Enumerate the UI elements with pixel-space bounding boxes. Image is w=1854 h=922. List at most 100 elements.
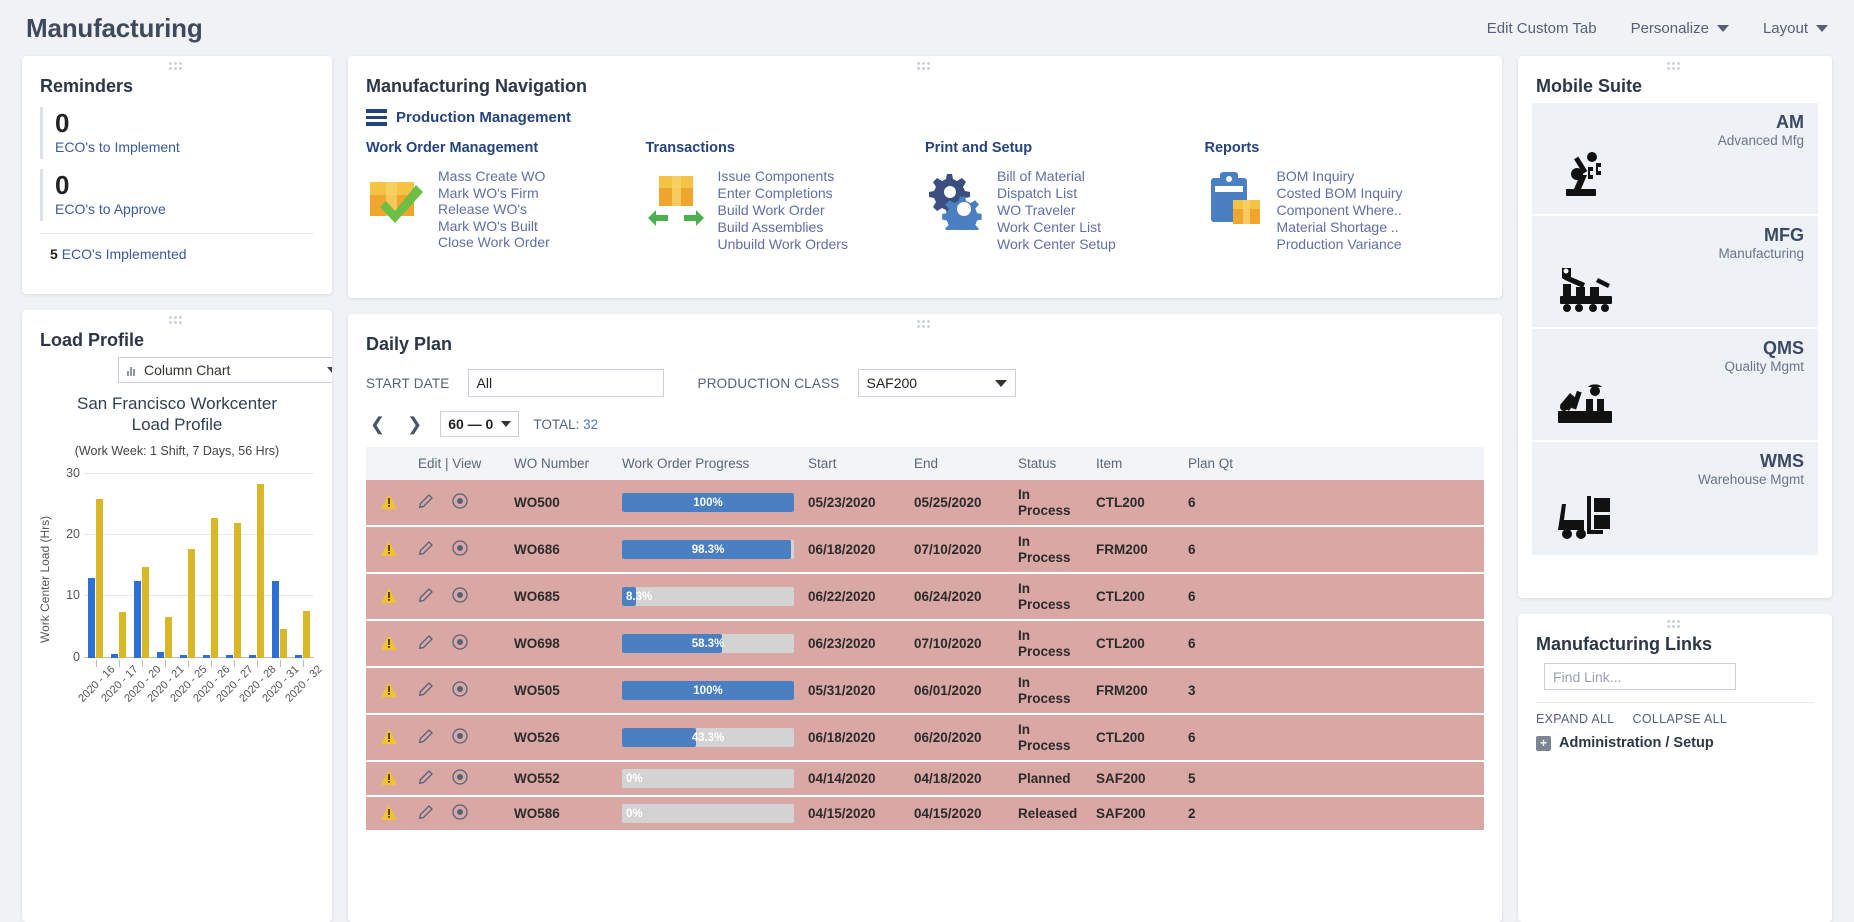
table-row[interactable]: WO586 0% 04/15/2020 04/15/2020 Released SAF20…: [366, 796, 1484, 833]
nav-link[interactable]: Dispatch List: [997, 185, 1116, 202]
nav-link[interactable]: Work Center Setup: [997, 236, 1116, 253]
view-icon[interactable]: [452, 769, 468, 788]
view-icon[interactable]: [452, 493, 468, 512]
cell-end: 07/10/2020: [908, 620, 1012, 669]
chart-type-select[interactable]: Column Chart: [118, 357, 332, 383]
reminder-item[interactable]: 0 ECO's to Approve: [40, 168, 314, 221]
nav-link[interactable]: Release WO's: [438, 201, 550, 218]
view-icon[interactable]: [452, 681, 468, 700]
nav-link[interactable]: Build Assemblies: [718, 219, 848, 236]
production-class-select[interactable]: SAF200: [857, 369, 1016, 397]
nav-link[interactable]: Bill of Material: [997, 168, 1116, 185]
table-row[interactable]: WO526 43.3% 06/18/2020 06/20/2020 In Process C…: [366, 714, 1484, 763]
nav-link[interactable]: Mass Create WO: [438, 168, 550, 185]
expand-all-button[interactable]: EXPAND ALL: [1536, 712, 1615, 726]
warning-icon[interactable]: [366, 796, 412, 833]
view-icon[interactable]: [452, 728, 468, 747]
column-header-end[interactable]: End: [908, 447, 1012, 480]
column-header-status[interactable]: Status: [1012, 447, 1090, 480]
cell-item: CTL200: [1090, 573, 1182, 622]
chart-bar: [234, 523, 241, 658]
nav-link[interactable]: Mark WO's Firm: [438, 185, 550, 202]
warning-icon[interactable]: [366, 526, 412, 575]
edit-icon[interactable]: [418, 587, 434, 606]
layout-menu[interactable]: Layout: [1763, 20, 1828, 37]
warning-icon[interactable]: [366, 714, 412, 763]
column-header-wo-number[interactable]: WO Number: [508, 447, 616, 480]
chart-bar: [280, 628, 287, 658]
table-row[interactable]: WO685 8.3% 06/22/2020 06/24/2020 In Process CT…: [366, 573, 1484, 622]
edit-icon[interactable]: [418, 728, 434, 747]
nav-link[interactable]: Work Center List: [997, 219, 1116, 236]
column-header-warning[interactable]: [366, 447, 412, 480]
table-row[interactable]: WO552 0% 04/14/2020 04/18/2020 Planned SAF200…: [366, 761, 1484, 798]
production-management-group[interactable]: Production Management: [366, 109, 1484, 126]
nav-link[interactable]: Component Where..: [1277, 202, 1403, 219]
table-row[interactable]: WO686 98.3% 06/18/2020 07/10/2020 In Process F…: [366, 526, 1484, 575]
progress-bar: 0%: [622, 804, 794, 824]
drag-handle-icon[interactable]: [1667, 62, 1683, 70]
warning-icon[interactable]: [366, 573, 412, 622]
reminders-footer[interactable]: 5 ECO's Implemented: [40, 234, 314, 262]
plus-icon[interactable]: +: [1536, 735, 1551, 751]
start-date-input[interactable]: All: [467, 369, 664, 397]
nav-link[interactable]: Production Variance: [1277, 236, 1403, 253]
collapse-all-button[interactable]: COLLAPSE ALL: [1633, 712, 1728, 726]
personalize-menu[interactable]: Personalize: [1631, 20, 1729, 37]
nav-link[interactable]: BOM Inquiry: [1277, 168, 1403, 185]
edit-icon[interactable]: [418, 681, 434, 700]
mobile-suite-tile-wms[interactable]: WMS Warehouse Mgmt: [1532, 442, 1818, 555]
nav-link[interactable]: Material Shortage ..: [1277, 219, 1403, 236]
view-icon[interactable]: [452, 634, 468, 653]
edit-custom-tab-button[interactable]: Edit Custom Tab: [1487, 20, 1597, 37]
mobile-suite-tile-am[interactable]: AM Advanced Mfg: [1532, 103, 1818, 216]
nav-link[interactable]: Enter Completions: [718, 185, 848, 202]
reminders-card: Reminders 0 ECO's to Implement 0 ECO's t…: [22, 56, 332, 294]
mobile-suite-tile-qms[interactable]: QMS Quality Mgmt: [1532, 329, 1818, 442]
middle-column: Manufacturing Navigation Production Mana…: [348, 56, 1502, 922]
find-link-input[interactable]: Find Link...: [1544, 663, 1736, 690]
warning-icon[interactable]: [366, 480, 412, 528]
warning-icon[interactable]: [366, 667, 412, 716]
chart-bar: [249, 655, 256, 658]
reminder-item[interactable]: 0 ECO's to Implement: [40, 107, 314, 159]
prev-page-button[interactable]: ❮: [366, 414, 389, 435]
table-row[interactable]: WO500 100% 05/23/2020 05/25/2020 In Process CT…: [366, 480, 1484, 528]
page-range-select[interactable]: 60 — 0: [440, 411, 520, 437]
edit-icon[interactable]: [418, 493, 434, 512]
link-tree-node-administration-setup[interactable]: + Administration / Setup: [1536, 735, 1814, 751]
warning-icon[interactable]: [366, 620, 412, 669]
nav-link[interactable]: Build Work Order: [718, 202, 848, 219]
column-header-item[interactable]: Item: [1090, 447, 1182, 480]
reminder-count: 0: [55, 169, 70, 200]
column-header-work-order-progress[interactable]: Work Order Progress: [616, 447, 802, 480]
nav-link[interactable]: Issue Components: [718, 168, 848, 185]
drag-handle-icon[interactable]: [169, 316, 185, 324]
next-page-button[interactable]: ❯: [403, 414, 426, 435]
view-icon[interactable]: [452, 587, 468, 606]
warning-icon[interactable]: [366, 761, 412, 798]
nav-link[interactable]: Mark WO's Built: [438, 218, 550, 235]
table-row[interactable]: WO505 100% 05/31/2020 06/01/2020 In Process FR…: [366, 667, 1484, 716]
drag-handle-icon[interactable]: [917, 62, 933, 70]
table-row[interactable]: WO698 58.3% 06/23/2020 07/10/2020 In Process C…: [366, 620, 1484, 669]
drag-handle-icon[interactable]: [1667, 620, 1683, 628]
view-icon[interactable]: [452, 804, 468, 823]
nav-link[interactable]: Unbuild Work Orders: [718, 236, 848, 253]
reminders-footer-count: 5: [50, 245, 58, 262]
column-header-start[interactable]: Start: [802, 447, 908, 480]
mobile-suite-tile-mfg[interactable]: MFG Manufacturing: [1532, 216, 1818, 329]
column-header-plan-qty[interactable]: Plan Qt: [1182, 447, 1484, 480]
column-header-edit-view[interactable]: Edit | View: [412, 447, 508, 480]
nav-link[interactable]: Close Work Order: [438, 234, 550, 251]
edit-icon[interactable]: [418, 804, 434, 823]
nav-link[interactable]: Costed BOM Inquiry: [1277, 185, 1403, 202]
edit-icon[interactable]: [418, 634, 434, 653]
edit-icon[interactable]: [418, 769, 434, 788]
chart-bar-group: [107, 474, 130, 658]
drag-handle-icon[interactable]: [169, 62, 185, 70]
view-icon[interactable]: [452, 540, 468, 559]
nav-link[interactable]: WO Traveler: [997, 202, 1116, 219]
edit-icon[interactable]: [418, 540, 434, 559]
drag-handle-icon[interactable]: [917, 320, 933, 328]
